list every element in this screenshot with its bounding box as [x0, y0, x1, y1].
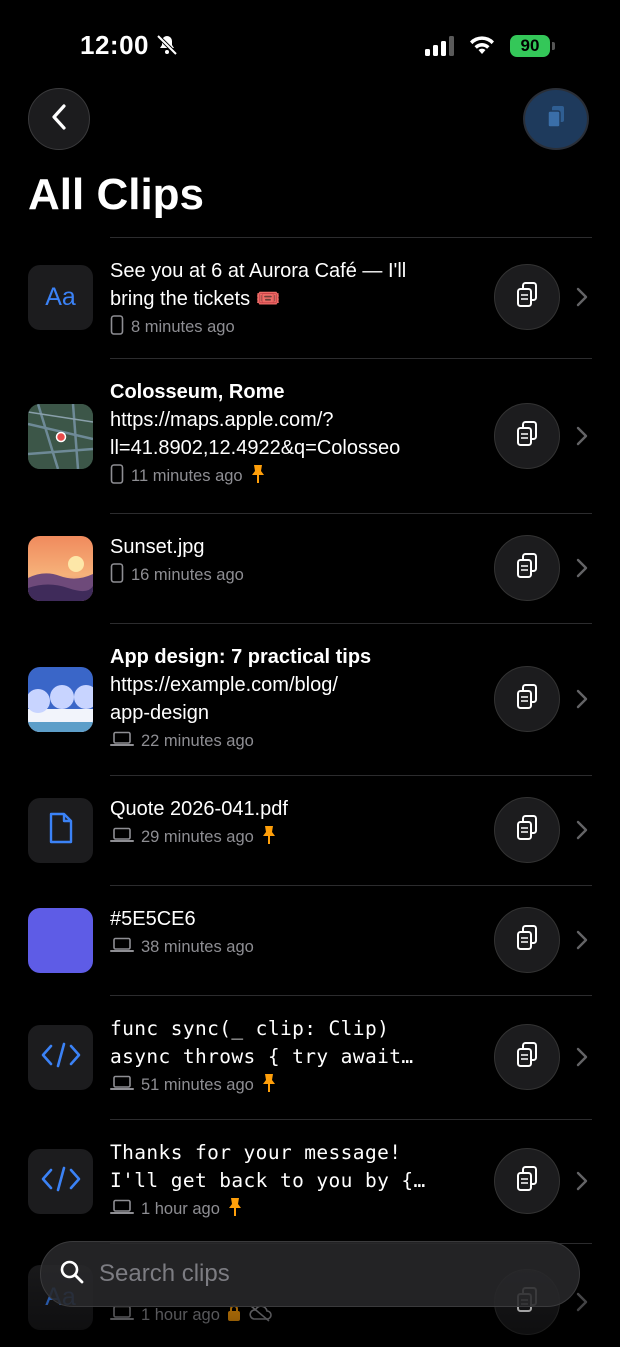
clip-title: App design: 7 practical tips [110, 646, 372, 668]
code-thumbnail [28, 1149, 93, 1214]
document-icon [48, 812, 74, 849]
back-button[interactable] [28, 88, 90, 150]
clip-row[interactable]: Aa See you at 6 at Aurora Café — I'll br… [0, 237, 620, 358]
clip-timestamp: 8 minutes ago [131, 317, 235, 336]
clip-filename: Quote 2026-041.pdf [110, 798, 288, 820]
clip-timestamp: 29 minutes ago [141, 827, 254, 846]
clip-timestamp: 16 minutes ago [131, 565, 244, 584]
clip-text-line: ll=41.8902,12.4922&q=Colosseo [110, 437, 401, 459]
chevron-right-icon [576, 287, 588, 312]
clip-timestamp: 1 hour ago [141, 1199, 220, 1218]
clip-code-line: async throws { try await… [110, 1045, 414, 1068]
clip-timestamp: 1 hour ago [141, 1305, 220, 1324]
text-thumbnail: Aa [28, 265, 93, 330]
laptop-icon [110, 937, 134, 958]
copy-icon [514, 1041, 540, 1074]
pin-icon [261, 825, 277, 850]
chevron-right-icon [576, 1047, 588, 1072]
clip-row[interactable]: Colosseum, Rome https://maps.apple.com/?… [0, 358, 620, 513]
clip-row[interactable]: Quote 2026-041.pdf 29 minutes ago [0, 775, 620, 885]
chevron-right-icon [576, 689, 588, 714]
copy-button[interactable] [494, 907, 560, 973]
clip-row[interactable]: Sunset.jpg 16 minutes ago [0, 513, 620, 623]
color-swatch [28, 908, 93, 973]
clip-code-line: I'll get back to you by {… [110, 1169, 426, 1192]
chevron-right-icon [576, 558, 588, 583]
laptop-icon [110, 1075, 134, 1096]
code-icon [41, 1166, 81, 1197]
cellular-signal-icon [425, 36, 454, 56]
clip-code-line: func sync(_ clip: Clip) [110, 1017, 390, 1040]
chevron-left-icon [49, 103, 69, 136]
copy-button[interactable] [494, 1024, 560, 1090]
battery-icon: 90 [510, 35, 550, 57]
clip-text-line: See you at 6 at Aurora Café — I'll [110, 260, 407, 282]
laptop-icon [110, 731, 134, 752]
bell-slash-icon [155, 33, 179, 62]
clip-timestamp: 51 minutes ago [141, 1075, 254, 1094]
image-thumbnail [28, 536, 93, 601]
copy-button[interactable] [494, 403, 560, 469]
clip-row[interactable]: Thanks for your message! I'll get back t… [0, 1119, 620, 1243]
clip-row[interactable]: App design: 7 practical tips https://exa… [0, 623, 620, 775]
status-bar: 12:00 90 [0, 0, 620, 90]
clip-text-line: app-design [110, 702, 209, 724]
page-title: All Clips [28, 170, 205, 219]
clip-text-line: https://maps.apple.com/? [110, 409, 334, 431]
copy-button[interactable] [494, 1148, 560, 1214]
wifi-icon [468, 34, 496, 61]
pin-icon [250, 464, 266, 489]
pin-icon [227, 1197, 243, 1222]
copy-icon [514, 552, 540, 585]
battery-tip [552, 42, 555, 50]
clip-timestamp: 38 minutes ago [141, 937, 254, 956]
clip-filename: Sunset.jpg [110, 536, 205, 558]
copy-icon [514, 924, 540, 957]
copy-icon [514, 420, 540, 453]
code-thumbnail [28, 1025, 93, 1090]
chevron-right-icon [576, 1171, 588, 1196]
clip-code-line: Thanks for your message! [110, 1141, 402, 1164]
clip-text-line: https://example.com/blog/ [110, 674, 338, 696]
copy-icon [514, 814, 540, 847]
link-preview-thumbnail [28, 667, 93, 732]
clip-text-line: bring the tickets 🎟️ [110, 288, 281, 310]
status-time: 12:00 [80, 30, 149, 60]
copy-icon [514, 683, 540, 716]
clip-timestamp: 11 minutes ago [131, 466, 243, 485]
copy-button[interactable] [494, 797, 560, 863]
copy-button[interactable] [494, 264, 560, 330]
chevron-right-icon [576, 1292, 588, 1317]
laptop-icon [110, 1305, 134, 1326]
pin-icon [261, 1073, 277, 1098]
clipboard-icon [544, 104, 568, 135]
copy-icon [514, 281, 540, 314]
map-thumbnail [28, 404, 93, 469]
clip-title: Colosseum, Rome [110, 381, 285, 403]
copy-icon [514, 1165, 540, 1198]
iphone-icon [110, 314, 124, 340]
search-bar[interactable] [40, 1241, 580, 1307]
chevron-right-icon [576, 820, 588, 845]
clip-color-hex: #5E5CE6 [110, 908, 196, 930]
document-thumbnail [28, 798, 93, 863]
laptop-icon [110, 1199, 134, 1220]
text-type-icon: Aa [45, 283, 76, 311]
chevron-right-icon [576, 426, 588, 451]
battery-level: 90 [520, 36, 540, 55]
iphone-icon [110, 463, 124, 489]
laptop-icon [110, 827, 134, 848]
clip-row[interactable]: func sync(_ clip: Clip) async throws { t… [0, 995, 620, 1119]
clip-row[interactable]: #5E5CE6 38 minutes ago [0, 885, 620, 995]
iphone-icon [110, 562, 124, 588]
search-input[interactable] [97, 1259, 531, 1289]
copy-button[interactable] [494, 535, 560, 601]
copy-button[interactable] [494, 666, 560, 732]
clip-timestamp: 22 minutes ago [141, 731, 254, 750]
code-icon [41, 1042, 81, 1073]
search-icon [59, 1259, 85, 1290]
paste-button[interactable] [523, 88, 589, 150]
chevron-right-icon [576, 930, 588, 955]
